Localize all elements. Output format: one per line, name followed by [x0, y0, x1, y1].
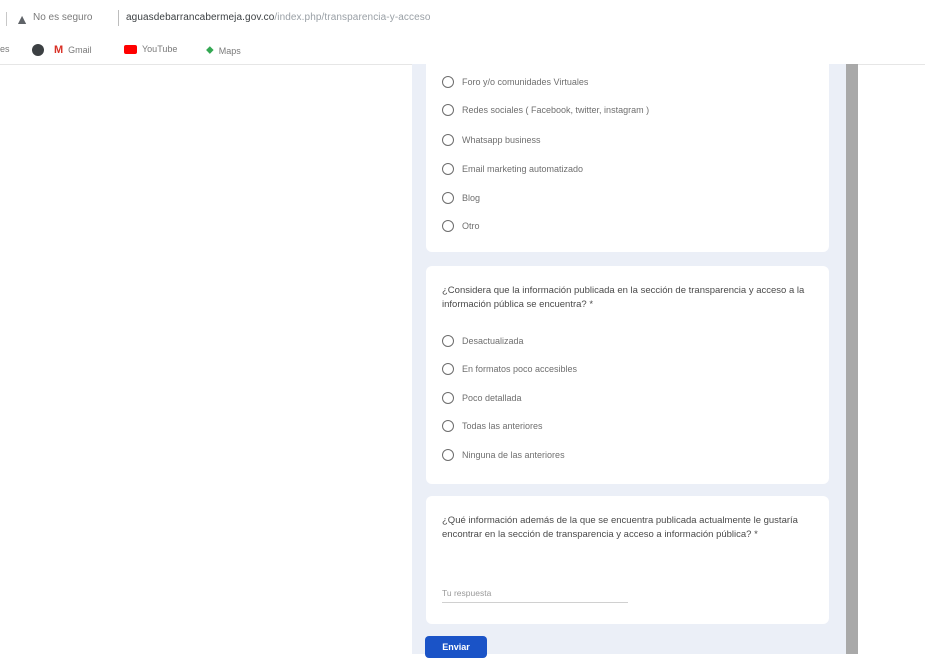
radio-button[interactable]: [442, 134, 454, 146]
radio-option[interactable]: Ninguna de las anteriores: [442, 449, 565, 461]
url-text[interactable]: aguasdebarrancabermeja.gov.co/index.php/…: [126, 12, 431, 23]
option-label: Ninguna de las anteriores: [462, 450, 565, 460]
question-card-channels: Foro y/o comunidades Virtuales Redes soc…: [426, 64, 829, 252]
radio-button[interactable]: [442, 449, 454, 461]
bookmark-web-store[interactable]: [32, 44, 44, 56]
radio-button[interactable]: [442, 192, 454, 204]
bookmark-gmail[interactable]: M Gmail: [54, 44, 92, 56]
warning-icon[interactable]: ▲: [14, 11, 30, 27]
radio-button[interactable]: [442, 76, 454, 88]
option-label: Email marketing automatizado: [462, 164, 584, 174]
address-bar[interactable]: ▲ No es seguro aguasdebarrancabermeja.go…: [0, 0, 925, 36]
address-separator: [118, 10, 119, 26]
radio-button[interactable]: [442, 363, 454, 375]
bookmark-label: Maps: [218, 45, 241, 56]
radio-option[interactable]: Poco detallada: [442, 392, 522, 404]
radio-button[interactable]: [442, 104, 454, 116]
radio-option[interactable]: Todas las anteriores: [442, 420, 543, 432]
option-label: Redes sociales ( Facebook, twitter, inst…: [462, 105, 650, 115]
question-card-additional-info: ¿Qué información además de la que se enc…: [426, 496, 829, 624]
radio-button[interactable]: [442, 220, 454, 232]
option-label: En formatos poco accesibles: [462, 364, 578, 374]
gmail-icon: M: [54, 44, 64, 56]
maps-pin-icon: ⬥: [206, 44, 214, 56]
radio-button[interactable]: [442, 335, 454, 347]
bookmark-label: YouTube: [142, 44, 178, 54]
question-text: ¿Considera que la información publicada …: [442, 285, 805, 310]
option-label: Desactualizada: [462, 336, 524, 346]
question-text: ¿Qué información además de la que se enc…: [442, 515, 798, 540]
option-label: Todas las anteriores: [462, 421, 543, 431]
option-label: Otro: [462, 221, 480, 231]
bookmark-label: Gmail: [68, 45, 92, 55]
radio-button[interactable]: [442, 420, 454, 432]
radio-option[interactable]: Desactualizada: [442, 335, 524, 347]
option-label: Whatsapp business: [462, 135, 541, 145]
radio-option[interactable]: En formatos poco accesibles: [442, 363, 577, 375]
submit-button[interactable]: Enviar: [425, 636, 487, 658]
option-label: Blog: [462, 193, 481, 203]
radio-option[interactable]: Whatsapp business: [442, 134, 541, 146]
url-path: /index.php/transparencia-y-acceso: [274, 12, 431, 23]
bookmarks-prefix[interactable]: es: [0, 44, 10, 54]
radio-option[interactable]: Otro: [442, 220, 480, 232]
radio-option[interactable]: Email marketing automatizado: [442, 163, 583, 175]
radio-option[interactable]: Blog: [442, 192, 480, 204]
radio-option[interactable]: Redes sociales ( Facebook, twitter, inst…: [442, 104, 649, 116]
address-divider: [6, 12, 7, 26]
chrome-web-store-icon: [32, 44, 44, 56]
question-card-info-status: ¿Considera que la información publicada …: [426, 266, 829, 484]
answer-underline: [442, 602, 628, 603]
radio-button[interactable]: [442, 163, 454, 175]
radio-button[interactable]: [442, 392, 454, 404]
radio-option[interactable]: Foro y/o comunidades Virtuales: [442, 76, 588, 88]
bookmarks-bar: es M Gmail YouTube ⬥ Maps: [0, 36, 925, 65]
option-label: Poco detallada: [462, 393, 522, 403]
security-label[interactable]: No es seguro: [33, 12, 92, 23]
bookmark-youtube[interactable]: YouTube: [124, 44, 177, 54]
option-label: Foro y/o comunidades Virtuales: [462, 77, 589, 87]
bookmark-maps[interactable]: ⬥ Maps: [206, 44, 241, 57]
page-scrollbar[interactable]: [846, 64, 858, 654]
youtube-icon: [124, 44, 137, 54]
answer-input[interactable]: Tu respuesta: [442, 588, 491, 598]
url-domain: aguasdebarrancabermeja.gov.co: [126, 12, 275, 23]
